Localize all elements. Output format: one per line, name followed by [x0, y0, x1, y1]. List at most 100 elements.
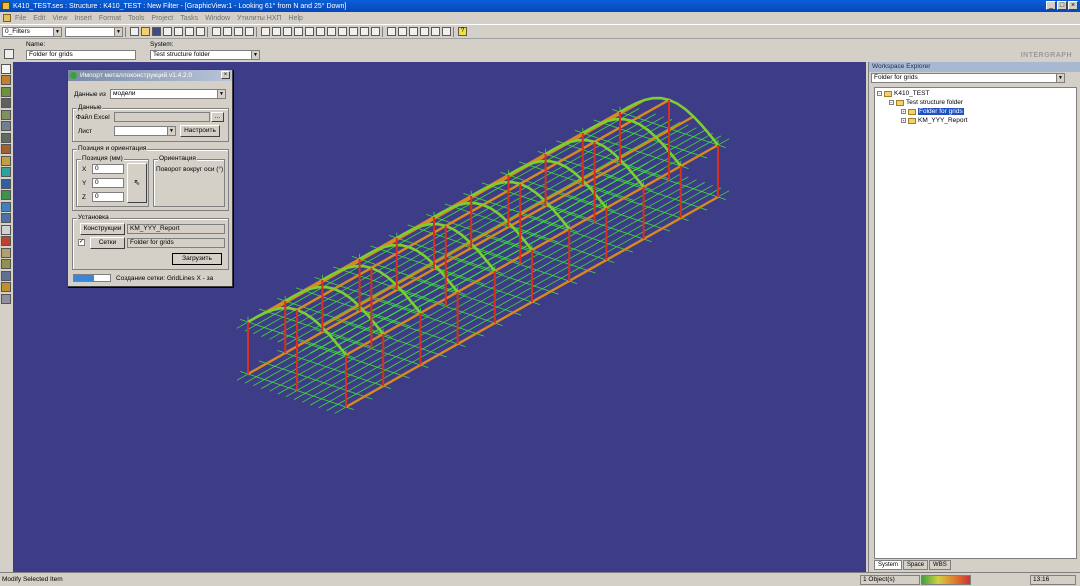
x-input[interactable]: 0 — [92, 164, 124, 174]
document-icon[interactable] — [3, 14, 11, 22]
footing-icon[interactable] — [1, 178, 11, 189]
new-icon[interactable] — [130, 27, 139, 36]
select-icon[interactable] — [212, 27, 221, 36]
move-icon[interactable] — [223, 27, 232, 36]
menu-tools[interactable]: Tools — [128, 15, 144, 22]
connection-icon[interactable] — [1, 224, 11, 235]
properties-icon[interactable] — [371, 27, 380, 36]
maximize-button[interactable]: □ — [1057, 1, 1067, 10]
menu-insert[interactable]: Insert — [74, 15, 92, 22]
view-icon[interactable] — [305, 27, 314, 36]
ladder-icon[interactable] — [1, 155, 11, 166]
assembly-icon[interactable] — [1, 236, 11, 246]
help-icon[interactable]: ? — [458, 27, 467, 36]
grids-button[interactable]: Сетки — [90, 237, 125, 249]
zoom-out-icon[interactable] — [409, 27, 418, 36]
stair-icon[interactable] — [1, 144, 11, 154]
collapse-icon[interactable]: − — [889, 100, 894, 105]
tab-system[interactable]: System — [874, 560, 903, 570]
tab-space[interactable]: Space — [903, 560, 929, 570]
refresh-icon[interactable] — [431, 27, 440, 36]
measure-icon[interactable] — [1, 293, 11, 304]
search-icon[interactable] — [387, 27, 396, 36]
shade-icon[interactable] — [327, 27, 336, 36]
zoom-in-icon[interactable] — [398, 27, 407, 36]
zoom-area-icon[interactable] — [420, 27, 429, 36]
menu-format[interactable]: Format — [99, 15, 121, 22]
excel-file-input[interactable] — [114, 112, 210, 122]
y-input[interactable]: 0 — [92, 178, 124, 188]
menu-edit[interactable]: Edit — [33, 15, 45, 22]
coordinate-icon[interactable] — [1, 270, 11, 281]
explorer-filter-select[interactable]: Folder for grids ▼ — [871, 73, 1065, 83]
zoom-fit-icon[interactable] — [261, 27, 270, 36]
tree-item-structure-folder[interactable]: − Test structure folder — [889, 99, 963, 106]
chevron-down-icon[interactable]: ▼ — [217, 90, 225, 98]
chevron-down-icon[interactable]: ▼ — [1056, 74, 1064, 82]
beam-icon[interactable] — [1, 98, 11, 108]
chevron-down-icon[interactable]: ▼ — [53, 27, 61, 36]
menu-window[interactable]: Window — [205, 15, 230, 22]
expand-icon[interactable]: + — [901, 118, 906, 123]
z-input[interactable]: 0 — [92, 192, 124, 202]
plane-icon[interactable] — [1, 259, 11, 269]
system-select[interactable]: Test structure folder ▼ — [150, 50, 260, 60]
save-icon[interactable] — [152, 27, 161, 36]
pan-icon[interactable] — [283, 27, 292, 36]
menu-help[interactable]: Help — [289, 15, 303, 22]
properties-icon[interactable] — [4, 49, 14, 59]
wireframe-icon[interactable] — [338, 27, 347, 36]
menu-file[interactable]: File — [15, 15, 26, 22]
select-arrow-icon[interactable] — [1, 63, 11, 74]
chevron-down-icon[interactable]: ▼ — [114, 27, 122, 36]
configure-button[interactable]: Настроить — [180, 125, 220, 137]
frame-icon[interactable] — [1, 213, 11, 223]
dialog-close-button[interactable]: × — [221, 71, 230, 79]
tree-item-root[interactable]: − K410_TEST — [877, 90, 929, 97]
minimize-button[interactable]: _ — [1046, 1, 1056, 10]
wall-icon[interactable] — [1, 132, 11, 143]
menu-view[interactable]: View — [52, 15, 67, 22]
undo-icon[interactable] — [245, 27, 254, 36]
menu-project[interactable]: Project — [151, 15, 173, 22]
zoom-window-icon[interactable] — [272, 27, 281, 36]
expand-icon[interactable]: + — [901, 109, 906, 114]
chevron-down-icon[interactable]: ▼ — [251, 51, 259, 59]
menu-tasks[interactable]: Tasks — [180, 15, 198, 22]
fit-icon[interactable] — [442, 27, 451, 36]
copy-icon[interactable] — [185, 27, 194, 36]
close-button[interactable]: × — [1068, 1, 1078, 10]
member-icon[interactable] — [1, 75, 11, 85]
brace-icon[interactable] — [1, 109, 11, 120]
opening-icon[interactable] — [1, 201, 11, 212]
grids-checkbox[interactable]: ✓ — [78, 239, 85, 246]
name-input[interactable]: Folder for grids — [26, 50, 136, 60]
collapse-icon[interactable]: − — [877, 91, 882, 96]
rotate-icon[interactable] — [234, 27, 243, 36]
grid-icon[interactable] — [1, 247, 11, 258]
equipment-icon[interactable] — [1, 190, 11, 200]
tab-wbs[interactable]: WBS — [929, 560, 951, 570]
tree-item-report[interactable]: + KM_YYY_Report — [901, 117, 968, 124]
load-button[interactable]: Загрузить — [172, 253, 222, 265]
handrail-icon[interactable] — [1, 167, 11, 177]
menu-utilities[interactable]: Утилиты НХП — [237, 15, 282, 22]
browse-button[interactable]: ... — [211, 112, 224, 122]
structures-button[interactable]: Конструкции — [80, 223, 125, 235]
orbit-icon[interactable] — [294, 27, 303, 36]
slab-icon[interactable] — [1, 121, 11, 131]
filter-combo[interactable]: 0_Filters ▼ — [2, 26, 62, 37]
tools-icon[interactable] — [1, 282, 11, 292]
cut-icon[interactable] — [174, 27, 183, 36]
layer-icon[interactable] — [349, 27, 358, 36]
column-icon[interactable] — [1, 86, 11, 97]
open-icon[interactable] — [141, 27, 150, 36]
tree-item-grids-folder[interactable]: + Folder for grids — [901, 108, 964, 115]
sheet-select[interactable]: ▼ — [114, 126, 176, 136]
source-select[interactable]: модели ▼ — [110, 89, 226, 99]
print-icon[interactable] — [163, 27, 172, 36]
second-combo[interactable]: ▼ — [65, 26, 123, 37]
pick-point-button[interactable]: ⇖ — [127, 163, 147, 203]
paste-icon[interactable] — [196, 27, 205, 36]
chevron-down-icon[interactable]: ▼ — [167, 127, 175, 135]
